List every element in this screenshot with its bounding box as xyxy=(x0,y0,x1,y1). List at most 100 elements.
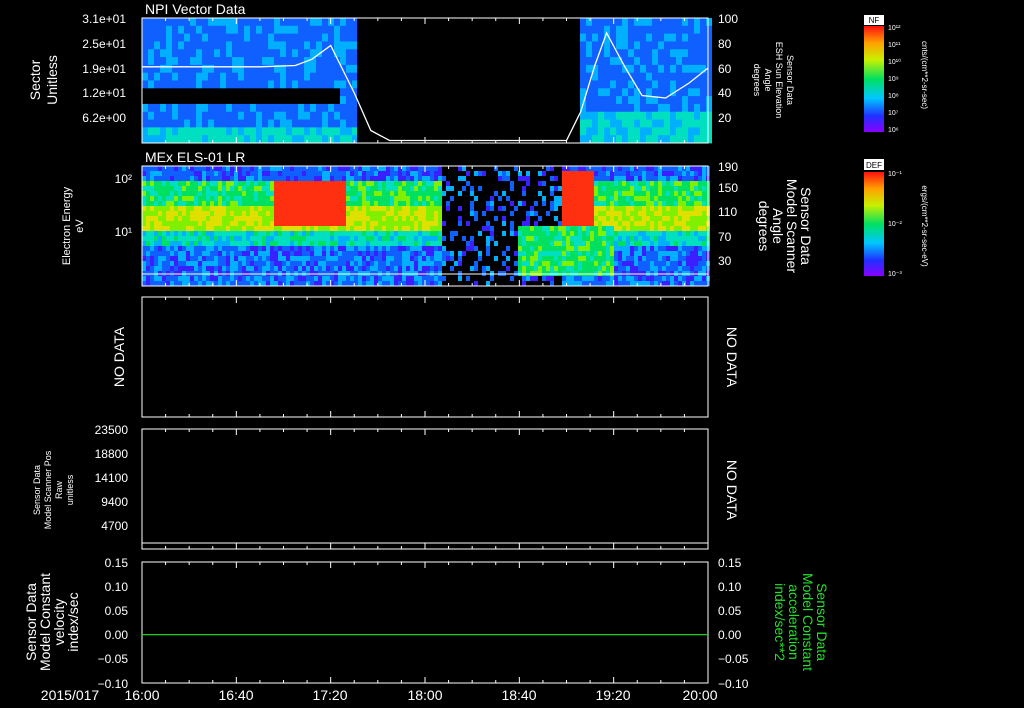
spectrogram-cell xyxy=(658,127,664,136)
spectrogram-cell xyxy=(706,96,712,105)
spectrogram-cell xyxy=(594,181,598,187)
spectrogram-cell xyxy=(250,80,256,89)
spectrogram-cell xyxy=(290,241,294,247)
spectrogram-cell xyxy=(238,211,242,217)
spectrogram-cell xyxy=(446,216,450,222)
spectrogram-cell xyxy=(166,25,172,35)
spectrogram-cell xyxy=(642,226,646,232)
spectrogram-cell xyxy=(622,221,626,227)
spectrogram-cell xyxy=(294,216,298,222)
spectrogram-cell xyxy=(370,166,374,172)
spectrogram-cell xyxy=(182,251,186,257)
spectrogram-cell xyxy=(172,72,178,81)
spectrogram-cell xyxy=(280,127,286,136)
spectrogram-cell xyxy=(230,276,234,282)
spectrogram-cell xyxy=(670,72,676,81)
spectrogram-cell xyxy=(174,216,178,222)
spectrogram-cell xyxy=(482,181,486,187)
spectrogram-cell xyxy=(538,206,542,212)
spectrogram-cell xyxy=(162,236,166,242)
spectrogram-cell xyxy=(198,246,202,252)
spectrogram-cell xyxy=(430,196,434,202)
spectrogram-cell xyxy=(582,241,586,247)
spectrogram-cell xyxy=(328,119,334,128)
spectrogram-cell xyxy=(526,171,530,177)
spectrogram-cell xyxy=(594,221,598,227)
spectrogram-cell xyxy=(450,256,454,262)
spectrogram-cell xyxy=(454,251,458,257)
spectrogram-cell xyxy=(234,266,238,272)
spectrogram-cell xyxy=(268,49,274,58)
spectrogram-cell xyxy=(682,25,688,35)
spectrogram-cell xyxy=(340,57,346,66)
spectrogram-cell xyxy=(654,176,658,182)
spectrogram-cell xyxy=(614,201,618,207)
spectrogram-cell xyxy=(334,246,338,252)
spectrogram-cell xyxy=(630,226,634,232)
spectrogram-cell xyxy=(566,176,570,182)
spectrogram-cell xyxy=(382,246,386,252)
spectrogram-cell xyxy=(646,251,650,257)
spectrogram-cell xyxy=(700,57,706,66)
spectrogram-cell xyxy=(184,80,190,89)
spectrogram-cell xyxy=(534,191,538,197)
spectrogram-cell xyxy=(594,196,598,202)
spectrogram-cell xyxy=(254,261,258,267)
spectrogram-cell xyxy=(494,171,498,177)
spectrogram-cell xyxy=(292,41,298,50)
spectrogram-cell xyxy=(498,206,502,212)
spectrogram-cell xyxy=(314,181,318,187)
spectrogram-cell xyxy=(546,226,550,232)
spectrogram-cell xyxy=(274,256,278,262)
spectrogram-cell xyxy=(566,181,570,187)
spectrogram-cell xyxy=(354,221,358,227)
spectrogram-cell xyxy=(142,41,148,50)
spectrogram-cell xyxy=(470,186,474,192)
spectrogram-cell xyxy=(166,261,170,267)
spectrogram-cell xyxy=(394,166,398,172)
spectrogram-cell xyxy=(208,25,214,35)
spectrogram-cell xyxy=(618,206,622,212)
spectrogram-cell xyxy=(538,201,542,207)
spectrogram-cell xyxy=(342,176,346,182)
spectrogram-cell xyxy=(378,256,382,262)
spectrogram-cell xyxy=(178,226,182,232)
spectrogram-cell xyxy=(598,176,602,182)
spectrogram-cell xyxy=(358,236,362,242)
spectrogram-cell xyxy=(694,206,698,212)
spectrogram-cell xyxy=(278,241,282,247)
spectrogram-cell xyxy=(362,276,366,282)
spectrogram-cell xyxy=(434,221,438,227)
spectrogram-cell xyxy=(358,261,362,267)
spectrogram-cell xyxy=(186,176,190,182)
spectrogram-cell xyxy=(166,111,172,120)
spectrogram-cell xyxy=(490,251,494,257)
spectrogram-cell xyxy=(326,206,330,212)
spectrogram-cell xyxy=(334,181,338,187)
spectrogram-cell xyxy=(658,33,664,42)
spectrogram-cell xyxy=(342,226,346,232)
spectrogram-cell xyxy=(286,176,290,182)
spectrogram-cell xyxy=(490,221,494,227)
spectrogram-cell xyxy=(442,216,446,222)
spectrogram-cell xyxy=(598,166,602,172)
spectrogram-cell xyxy=(198,191,202,197)
spectrogram-cell xyxy=(622,246,626,252)
spectrogram-cell xyxy=(154,191,158,197)
spectrogram-cell xyxy=(354,231,358,237)
spectrogram-cell xyxy=(220,41,226,50)
spectrogram-cell xyxy=(390,256,394,262)
spectrogram-cell xyxy=(650,201,654,207)
spectrogram-cell xyxy=(160,119,166,128)
spectrogram-cell xyxy=(434,206,438,212)
spectrogram-cell xyxy=(662,206,666,212)
spectrogram-cell xyxy=(282,241,286,247)
spectrogram-cell xyxy=(686,261,690,267)
spectrogram-cell xyxy=(442,231,446,237)
spectrogram-cell xyxy=(466,186,470,192)
spectrogram-cell xyxy=(206,216,210,222)
spectrogram-cell xyxy=(446,246,450,252)
spectrogram-cell xyxy=(190,49,196,58)
spectrogram-cell xyxy=(402,221,406,227)
spectrogram-cell xyxy=(182,221,186,227)
